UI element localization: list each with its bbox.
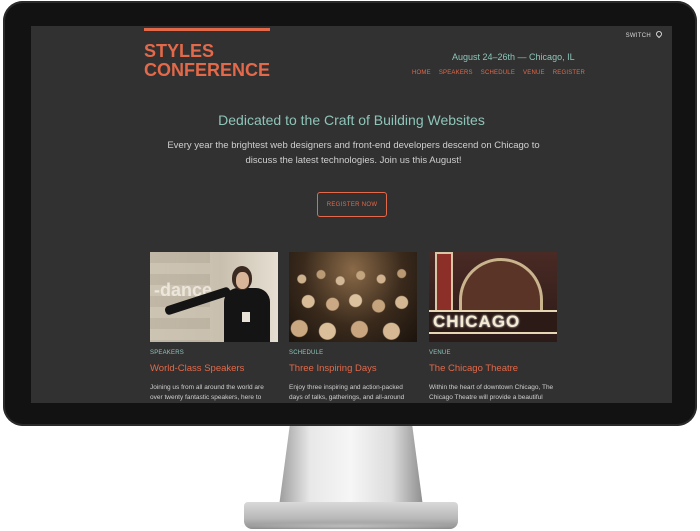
nav-venue[interactable]: VENUE — [523, 70, 545, 76]
speaker-face — [236, 272, 249, 289]
main-nav: HOME SPEAKERS SCHEDULE VENUE REGISTER — [412, 70, 585, 76]
site-logo[interactable]: STYLES CONFERENCE — [144, 42, 270, 80]
card-tag: SCHEDULE — [289, 350, 324, 356]
hero-headline: Dedicated to the Craft of Building Websi… — [218, 112, 485, 128]
marquee-letters: CHICAGO — [433, 312, 521, 331]
logo-line-1: STYLES — [144, 41, 215, 61]
logo-line-2: CONFERENCE — [144, 60, 271, 80]
event-dates: August 24–26th — Chicago, IL — [452, 52, 575, 62]
nav-register[interactable]: REGISTER — [553, 70, 585, 76]
monitor-stand-neck — [278, 426, 424, 514]
venue-photo[interactable]: CHICAGO — [429, 252, 557, 342]
card-schedule[interactable]: SCHEDULE Three Inspiring Days Enjoy thre… — [289, 252, 417, 401]
speaker-figure — [163, 266, 270, 342]
card-title[interactable]: Three Inspiring Days — [289, 363, 377, 374]
card-speakers[interactable]: -dance SPEAKERS World-Class Speakers Joi… — [150, 252, 278, 401]
card-title[interactable]: The Chicago Theatre — [429, 363, 518, 374]
card-description: Within the heart of downtown Chicago, Th… — [429, 384, 554, 401]
monitor-frame: STYLES CONFERENCE SWITCH August 24–26th … — [3, 1, 697, 426]
card-title[interactable]: World-Class Speakers — [150, 363, 244, 374]
hero-intro-line-2: discuss the latest technologies. Join us… — [245, 155, 462, 166]
monitor-stand-shadow — [236, 522, 466, 530]
switch-label: SWITCH — [625, 33, 652, 39]
audience-crowd — [289, 252, 417, 342]
card-description: Joining us from all around the world are… — [150, 384, 264, 401]
logo-accent-bar — [144, 28, 270, 31]
card-tag: SPEAKERS — [150, 350, 184, 356]
hero-intro: Every year the brightest web designers a… — [151, 138, 556, 168]
map-pin-icon — [654, 29, 664, 39]
nav-home[interactable]: HOME — [412, 70, 431, 76]
hero-intro-line-1: Every year the brightest web designers a… — [167, 140, 540, 151]
switch-link[interactable]: SWITCH — [625, 29, 664, 39]
nav-schedule[interactable]: SCHEDULE — [481, 70, 515, 76]
register-now-button[interactable]: REGISTER NOW — [317, 192, 387, 217]
schedule-photo[interactable] — [289, 252, 417, 342]
speaker-badge — [242, 312, 250, 322]
nav-speakers[interactable]: SPEAKERS — [439, 70, 473, 76]
card-description: Enjoy three inspiring and action-packed … — [289, 384, 405, 401]
card-tag: VENUE — [429, 350, 451, 356]
speakers-photo[interactable]: -dance — [150, 252, 278, 342]
website-screen: STYLES CONFERENCE SWITCH August 24–26th … — [31, 26, 672, 403]
card-venue[interactable]: CHICAGO VENUE The Chicago Theatre Within… — [429, 252, 557, 401]
